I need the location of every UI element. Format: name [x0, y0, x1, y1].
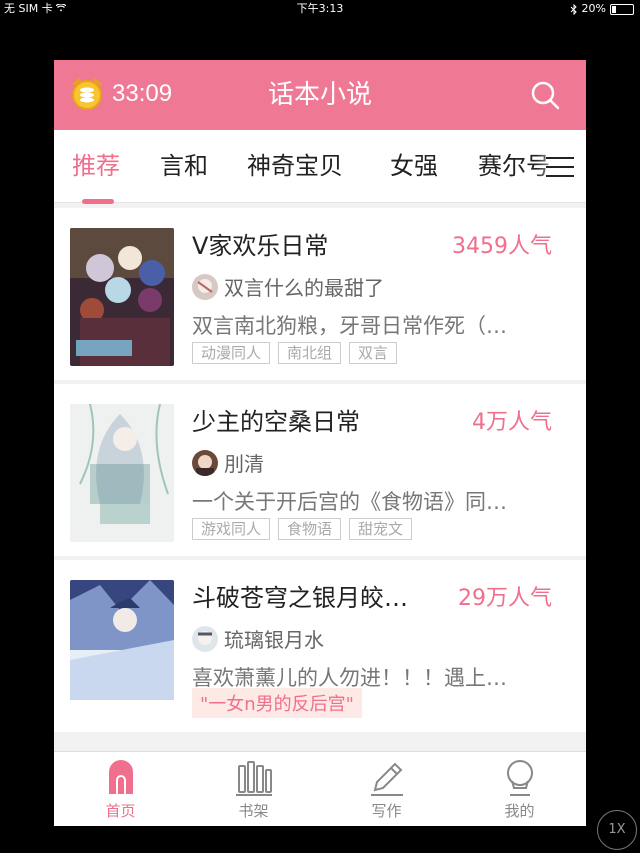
book-title: 斗破苍穹之银月皎…	[192, 584, 408, 612]
category-tabs: 推荐 言和 神奇宝贝 女强 赛尔号	[54, 130, 586, 203]
app-header: 33:09 话本小说	[54, 60, 586, 130]
status-time: 下午3:13	[296, 2, 344, 15]
author-row[interactable]: 刖清	[192, 448, 264, 477]
popularity-count: 29万人气	[458, 586, 552, 611]
tab-nvqiang[interactable]: 女强	[390, 130, 438, 202]
avatar	[192, 625, 218, 652]
nav-label: 书架	[238, 802, 269, 820]
nav-home[interactable]: 首页	[54, 752, 187, 826]
tab-pokemon[interactable]: 神奇宝贝	[247, 130, 343, 202]
avatar	[192, 449, 218, 476]
book-cover[interactable]	[70, 228, 174, 366]
tag[interactable]: 南北组	[278, 342, 342, 364]
zoom-badge[interactable]: 1X	[597, 810, 637, 850]
book-cover[interactable]	[70, 580, 174, 718]
book-card[interactable]: V家欢乐日常 3459人气 双言什么的最甜了 双言南北狗粮，牙哥日常作死（… 动…	[54, 208, 586, 380]
author-name: 琉璃银月水	[224, 628, 324, 652]
author-row[interactable]: 琉璃银月水	[192, 624, 324, 653]
nav-profile[interactable]: 我的	[453, 752, 586, 826]
bottom-nav: 首页 书架 写作 我的	[54, 751, 586, 826]
nav-label: 我的	[504, 802, 535, 820]
popularity-count: 3459人气	[452, 234, 552, 259]
battery-icon	[610, 3, 634, 15]
tag[interactable]: 食物语	[278, 518, 342, 540]
book-title: V家欢乐日常	[192, 232, 329, 260]
nav-write[interactable]: 写作	[320, 752, 453, 826]
nav-label: 首页	[105, 802, 136, 820]
search-icon[interactable]	[530, 80, 560, 110]
popularity-count: 4万人气	[472, 410, 552, 435]
avatar	[192, 273, 218, 300]
battery-percent: 20%	[581, 2, 606, 15]
book-description: 双言南北狗粮，牙哥日常作死（…	[192, 314, 507, 338]
status-bar: 无 SIM 卡 下午3:13 20%	[0, 0, 640, 18]
tag[interactable]: 双言	[349, 342, 398, 364]
tag[interactable]: 游戏同人	[192, 518, 271, 540]
bookshelf-icon	[236, 761, 272, 796]
tab-yanhe[interactable]: 言和	[160, 130, 208, 202]
bluetooth-icon	[570, 3, 577, 15]
nav-bookshelf[interactable]: 书架	[187, 752, 320, 826]
nav-label: 写作	[371, 802, 402, 820]
author-name: 双言什么的最甜了	[224, 276, 384, 300]
menu-icon[interactable]	[546, 156, 574, 178]
tab-recommend[interactable]: 推荐	[72, 130, 120, 202]
app-screen: 33:09 话本小说 推荐 言和 神奇宝贝 女强 赛尔号 V家欢乐日常 3459…	[54, 60, 586, 826]
home-icon	[109, 760, 133, 794]
tag[interactable]: 动漫同人	[192, 342, 271, 364]
book-card[interactable]: 斗破苍穹之银月皎… 29万人气 琉璃银月水 喜欢萧薰儿的人勿进！！！遇上… "一…	[54, 560, 586, 732]
tag[interactable]: 甜宠文	[349, 518, 413, 540]
status-right: 20%	[570, 0, 634, 18]
author-name: 刖清	[224, 452, 264, 476]
book-description: 一个关于开后宫的《食物语》同…	[192, 490, 507, 514]
app-title: 话本小说	[267, 80, 372, 110]
book-card[interactable]: 少主的空桑日常 4万人气 刖清 一个关于开后宫的《食物语》同… 游戏同人 食物语…	[54, 384, 586, 556]
book-title: 少主的空桑日常	[192, 408, 360, 436]
book-cover[interactable]	[70, 404, 174, 542]
tag-list: 游戏同人 食物语 甜宠文	[192, 518, 413, 540]
tag-list: 动漫同人 南北组 双言	[192, 342, 398, 364]
author-row[interactable]: 双言什么的最甜了	[192, 272, 384, 301]
active-tab-indicator	[82, 199, 114, 204]
profile-icon	[507, 760, 533, 796]
pencil-icon	[371, 762, 403, 796]
highlight-tag[interactable]: "一女n男的反后宫"	[192, 688, 362, 718]
